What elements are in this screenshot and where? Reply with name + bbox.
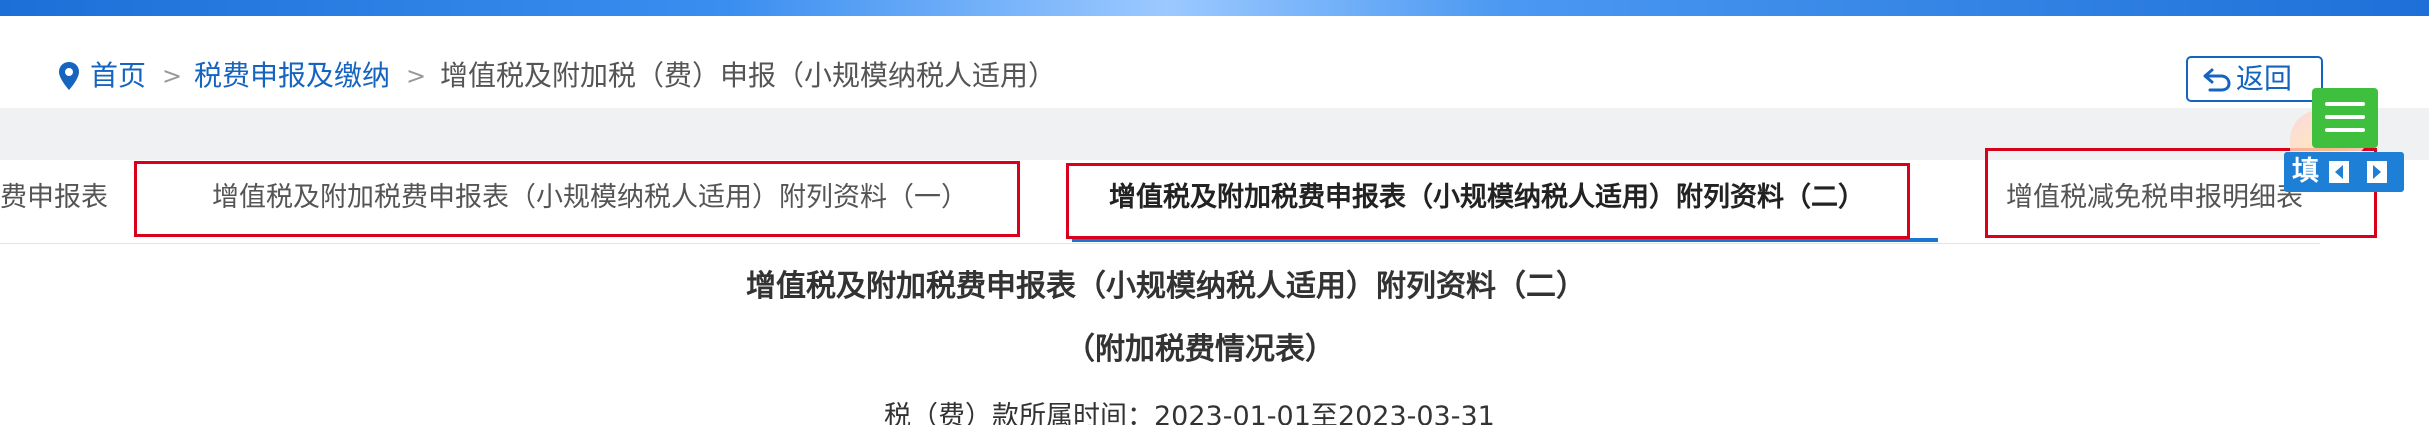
- active-tab-indicator: [1072, 238, 1938, 242]
- tax-period-label: 税（费）款所属时间：: [884, 401, 1154, 425]
- form-subtitle: （附加税费情况表）: [1065, 332, 1335, 367]
- chevron-left-icon[interactable]: [2328, 160, 2350, 184]
- breadcrumb: 首页 > 税费申报及缴纳 > 增值税及附加税（费）申报（小规模纳税人适用） 返回: [0, 16, 2429, 108]
- breadcrumb-separator: >: [162, 62, 183, 90]
- top-banner: [0, 0, 2429, 16]
- chevron-right-icon[interactable]: [2366, 160, 2388, 184]
- tab-tax-reduction-detail[interactable]: 增值税减免税申报明细表: [2006, 178, 2303, 218]
- breadcrumb-home-link[interactable]: 首页: [90, 58, 146, 94]
- tab-appendix-one[interactable]: 增值税及附加税费申报表（小规模纳税人适用）附列资料（一）: [212, 178, 968, 218]
- breadcrumb-current: 增值税及附加税（费）申报（小规模纳税人适用）: [440, 59, 1057, 92]
- back-button-label: 返回: [2236, 62, 2293, 95]
- tab-strip: 费申报表 增值税及附加税费申报表（小规模纳税人适用）附列资料（一） 增值税及附加…: [0, 108, 2377, 244]
- tab-appendix-two[interactable]: 增值税及附加税费申报表（小规模纳税人适用）附列资料（二）: [1109, 178, 1865, 218]
- tax-period-value: 2023-01-01至2023-03-31: [1154, 401, 1495, 425]
- tab-main-declaration[interactable]: 费申报表: [0, 178, 108, 218]
- location-pin-icon: [59, 62, 79, 90]
- fill-guide-label: 填: [2292, 156, 2319, 187]
- return-arrow-icon: [2203, 68, 2231, 92]
- tax-period: 税（费）款所属时间：2023-01-01至2023-03-31: [884, 397, 1495, 425]
- breadcrumb-tax-declaration-link[interactable]: 税费申报及缴纳: [194, 58, 390, 94]
- fill-guide-toggle[interactable]: 填: [2284, 152, 2404, 192]
- breadcrumb-separator: >: [406, 62, 427, 90]
- hamburger-icon[interactable]: [2312, 88, 2378, 148]
- form-title: 增值税及附加税费申报表（小规模纳税人适用）附列资料（二）: [746, 269, 1586, 304]
- back-button[interactable]: 返回: [2186, 56, 2323, 102]
